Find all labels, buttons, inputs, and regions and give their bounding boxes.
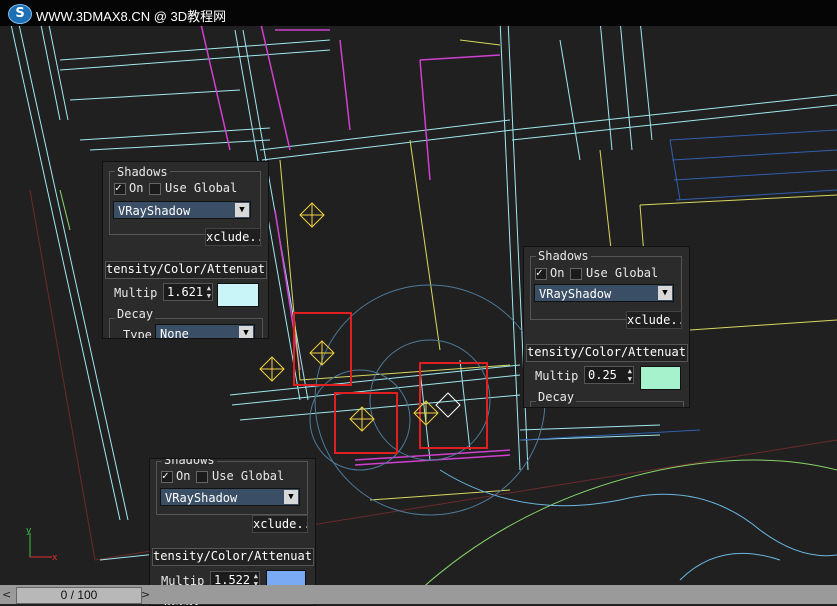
exclude-button[interactable]: xclude.. <box>626 311 682 329</box>
decay-type-label: Type <box>123 328 152 339</box>
shadow-type-dropdown[interactable]: VRayShadow ▼ <box>534 284 674 302</box>
use-global-label: Use Global <box>165 181 238 195</box>
exclude-button[interactable]: xclude.. <box>252 515 308 533</box>
multiplier-label: Multip <box>535 369 579 383</box>
light-properties-panel-3: Shadows On Use Global VRayShadow ▼ xclud… <box>149 458 316 606</box>
multiplier-label: Multip <box>114 286 158 300</box>
intensity-color-attenuation-rollout[interactable]: tensity/Color/Attenuati <box>105 261 267 279</box>
site-watermark-text: WWW.3DMAX8.CN @ 3D教程网 <box>36 9 227 24</box>
chevron-down-icon: ▼ <box>658 286 672 300</box>
multiplier-value: 0.25 <box>588 368 617 382</box>
site-logo-glyph: S <box>15 6 25 21</box>
spinner-arrows-icon[interactable]: ▲ ▼ <box>207 284 211 300</box>
multiplier-spinner[interactable]: 0.25 ▲ ▼ <box>584 366 634 384</box>
site-logo-icon: S <box>8 4 32 24</box>
multiplier-value: 1.621 <box>167 285 204 299</box>
previous-frame-button[interactable]: < <box>2 587 14 602</box>
light-properties-panel-2: Shadows On Use Global VRayShadow ▼ xclud… <box>523 246 690 408</box>
use-global-checkbox[interactable] <box>570 268 582 280</box>
shadows-on-label: On <box>550 266 565 280</box>
light-color-swatch[interactable] <box>217 283 259 307</box>
exclude-button[interactable]: xclude.. <box>205 228 261 246</box>
use-global-label: Use Global <box>586 266 659 280</box>
shadows-group-title: Shadows <box>536 249 591 263</box>
x-axis-label: x <box>52 553 58 563</box>
time-slider[interactable]: 0 / 100 <box>16 587 142 604</box>
shadows-on-label: On <box>176 469 191 483</box>
light-color-swatch[interactable] <box>640 366 681 390</box>
decay-type-dropdown[interactable]: None ▼ <box>155 324 255 339</box>
spinner-arrows-icon[interactable]: ▲ ▼ <box>628 367 632 383</box>
decay-type-value: None <box>160 327 189 339</box>
use-global-label: Use Global <box>212 469 285 483</box>
next-frame-button[interactable]: > <box>141 587 151 602</box>
shadow-type-dropdown[interactable]: VRayShadow ▼ <box>160 488 300 506</box>
intensity-color-attenuation-rollout[interactable]: tensity/Color/Attenuati <box>152 548 314 566</box>
use-global-checkbox[interactable] <box>149 183 161 195</box>
axis-gizmo: y x <box>26 526 58 563</box>
decay-group-title: Decay <box>115 307 156 321</box>
shadows-on-checkbox[interactable] <box>161 469 173 483</box>
shadows-on-label: On <box>129 181 144 195</box>
shadow-type-dropdown[interactable]: VRayShadow ▼ <box>113 201 251 219</box>
chevron-down-icon: ▼ <box>239 326 253 338</box>
shadow-type-value: VRayShadow <box>539 287 612 301</box>
decay-group-title: Decay <box>536 390 577 404</box>
shadows-on-checkbox[interactable] <box>535 266 547 280</box>
shadow-type-value: VRayShadow <box>165 491 238 505</box>
shadows-on-checkbox[interactable] <box>114 181 126 195</box>
chevron-down-icon: ▼ <box>284 490 298 504</box>
shadows-group-title: Shadows <box>115 165 170 179</box>
shadow-type-value: VRayShadow <box>118 204 191 218</box>
light-properties-panel-1: Shadows On Use Global VRayShadow ▼ xclud… <box>102 161 269 339</box>
y-axis-label: y <box>26 526 32 536</box>
watermark-bar: S WWW.3DMAX8.CN @ 3D教程网 <box>0 0 837 26</box>
multiplier-spinner[interactable]: 1.621 ▲ ▼ <box>163 283 213 301</box>
chevron-down-icon: ▼ <box>235 203 249 217</box>
use-global-checkbox[interactable] <box>196 471 208 483</box>
intensity-color-attenuation-rollout[interactable]: tensity/Color/Attenuati <box>526 344 688 362</box>
shadows-group-title: Shadows <box>162 459 217 467</box>
